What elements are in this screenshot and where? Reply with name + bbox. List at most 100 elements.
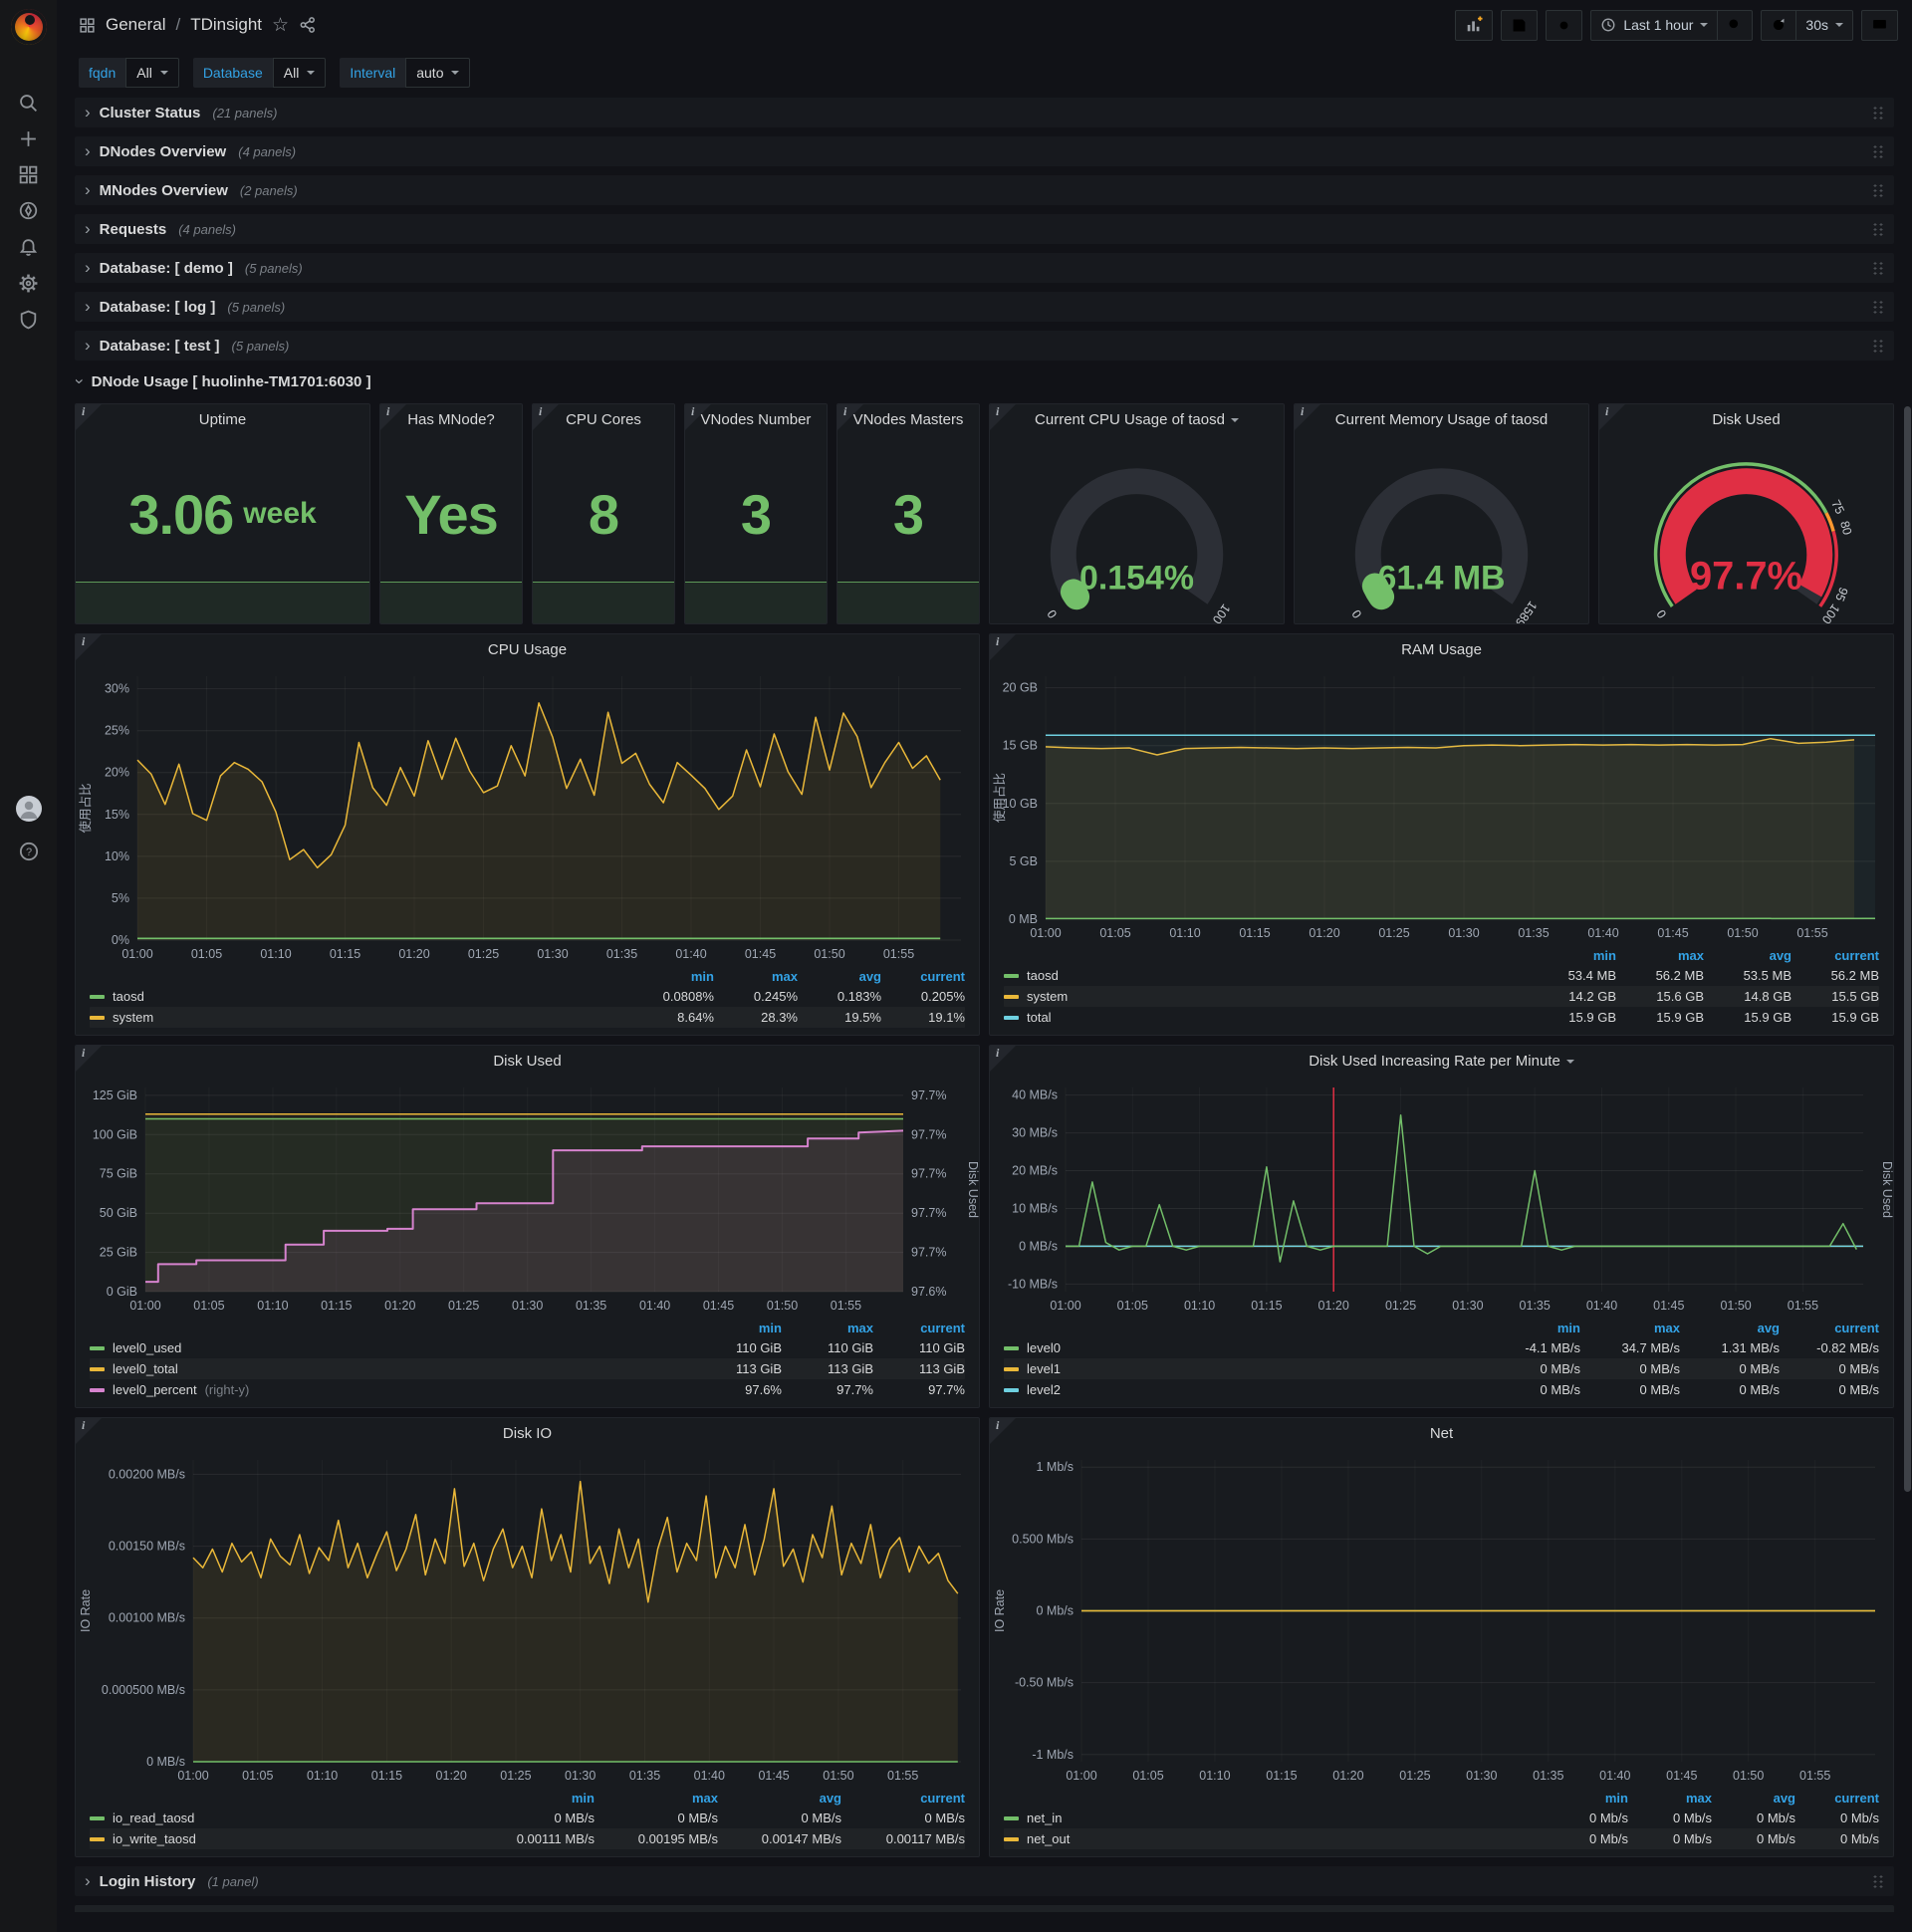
breadcrumb-dashboard-title[interactable]: TDinsight: [190, 15, 262, 35]
legend-value: 0 MB/s: [924, 1811, 965, 1825]
legend-series-system[interactable]: system 14.2 GB 15.6 GB 14.8 GB 15.5 GB: [1004, 986, 1879, 1007]
row-database-demo[interactable]: › Database: [ demo ] (5 panels): [75, 253, 1894, 283]
dashboard-settings-button[interactable]: [1546, 9, 1583, 41]
variable-value-dropdown[interactable]: All: [125, 58, 179, 88]
row-requests[interactable]: › Requests (4 panels): [75, 214, 1894, 244]
disk-rate-plot[interactable]: 01:00 01:05 01:10 01:15 01:20 01:25 01:30 01:35…: [990, 1076, 1893, 1318]
alerting-bell-icon[interactable]: [0, 230, 57, 264]
row-drag-handle-icon[interactable]: [1872, 1874, 1884, 1888]
info-icon[interactable]: i: [539, 404, 542, 419]
panel-title[interactable]: Uptime: [76, 404, 369, 434]
legend-series-name: level0_percent (right-y): [90, 1382, 690, 1397]
panel-title[interactable]: Current CPU Usage of taosd: [990, 404, 1284, 434]
create-plus-icon[interactable]: [0, 121, 57, 155]
row-drag-handle-icon[interactable]: [1872, 144, 1884, 158]
row-cluster-status[interactable]: › Cluster Status (21 panels): [75, 98, 1894, 127]
legend-series-io-read-taosd[interactable]: io_read_taosd 0 MB/s 0 MB/s 0 MB/s 0 MB/s: [90, 1808, 965, 1828]
search-icon[interactable]: [0, 86, 57, 120]
save-dashboard-button[interactable]: [1501, 9, 1539, 41]
info-icon[interactable]: i: [82, 404, 85, 419]
panel-title[interactable]: Current Memory Usage of taosd: [1295, 404, 1588, 434]
panel-title[interactable]: CPU Usage: [76, 634, 979, 664]
configuration-gear-icon[interactable]: [0, 266, 57, 300]
legend-header-row: min max avg current: [90, 966, 965, 986]
right-axis-tick: 97.7%: [911, 1246, 946, 1260]
row-drag-handle-icon[interactable]: [1872, 300, 1884, 314]
info-icon[interactable]: i: [1301, 404, 1304, 419]
legend-series-net-out[interactable]: net_out 0 Mb/s 0 Mb/s 0 Mb/s 0 Mb/s: [1004, 1828, 1879, 1849]
row-drag-handle-icon[interactable]: [1872, 106, 1884, 120]
legend-series-system[interactable]: system 8.64% 28.3% 19.5% 19.1%: [90, 1007, 965, 1028]
info-icon[interactable]: i: [996, 634, 999, 649]
net-plot[interactable]: 01:00 01:05 01:10 01:15 01:20 01:25 01:30 01:35…: [990, 1448, 1893, 1788]
info-icon[interactable]: i: [843, 404, 846, 419]
info-icon[interactable]: i: [996, 1418, 999, 1433]
info-icon[interactable]: i: [1605, 404, 1608, 419]
y-axis-tick: 0 MB/s: [146, 1755, 185, 1769]
ram-usage-plot[interactable]: 01:00 01:05 01:10 01:15 01:20 01:25 01:30 01:35…: [990, 664, 1893, 945]
legend-series-level0[interactable]: level0 -4.1 MB/s 34.7 MB/s 1.31 MB/s -0.82 M…: [1004, 1337, 1879, 1358]
info-icon[interactable]: i: [82, 1418, 85, 1433]
row-login-history[interactable]: › Login History (1 panel): [75, 1866, 1894, 1896]
variable-value-dropdown[interactable]: All: [272, 58, 327, 88]
zoom-out-time-button[interactable]: [1718, 9, 1754, 41]
add-panel-button[interactable]: [1455, 9, 1494, 41]
row-drag-handle-icon[interactable]: [1872, 183, 1884, 197]
legend-series-io-write-taosd[interactable]: io_write_taosd 0.00111 MB/s 0.00195 MB/s 0.…: [90, 1828, 965, 1849]
legend-series-taosd[interactable]: taosd 53.4 MB 56.2 MB 53.5 MB 56.2 MB: [1004, 965, 1879, 986]
dashboards-icon[interactable]: [0, 157, 57, 191]
row-drag-handle-icon[interactable]: [1872, 222, 1884, 236]
info-icon[interactable]: i: [691, 404, 694, 419]
row-database-log[interactable]: › Database: [ log ] (5 panels): [75, 292, 1894, 322]
legend-series-net-in[interactable]: net_in 0 Mb/s 0 Mb/s 0 Mb/s 0 Mb/s: [1004, 1808, 1879, 1828]
panel-title[interactable]: Disk Used: [76, 1046, 979, 1076]
legend-series-level1[interactable]: level1 0 MB/s 0 MB/s 0 MB/s 0 MB/s: [1004, 1358, 1879, 1379]
disk-io-plot[interactable]: 01:00 01:05 01:10 01:15 01:20 01:25 01:30 01:35…: [76, 1448, 979, 1788]
server-admin-shield-icon[interactable]: [0, 302, 57, 336]
row-database-test[interactable]: › Database: [ test ] (5 panels): [75, 331, 1894, 361]
user-avatar[interactable]: [0, 792, 57, 826]
help-icon[interactable]: ?: [0, 835, 57, 868]
breadcrumb-folder[interactable]: General: [106, 15, 165, 35]
row-drag-handle-icon[interactable]: [1872, 261, 1884, 275]
panel-title[interactable]: RAM Usage: [990, 634, 1893, 664]
legend-series-level0-total[interactable]: level0_total 113 GiB 113 GiB 113 GiB: [90, 1358, 965, 1379]
row-mnodes-overview[interactable]: › MNodes Overview (2 panels): [75, 175, 1894, 205]
cycle-view-mode-button[interactable]: [1861, 9, 1898, 41]
panel-title[interactable]: Disk IO: [76, 1418, 979, 1448]
page-scrollbar-thumb[interactable]: [1904, 406, 1911, 1492]
x-axis-tick: 01:25: [448, 1299, 479, 1313]
cpu-usage-plot[interactable]: 01:00 01:05 01:10 01:15 01:20 01:25 01:30 01:35…: [76, 664, 979, 966]
row-dnodes-overview[interactable]: › DNodes Overview (4 panels): [75, 136, 1894, 166]
chevron-right-icon: ›: [85, 1871, 91, 1890]
legend-series-total[interactable]: total 15.9 GB 15.9 GB 15.9 GB 15.9 GB: [1004, 1007, 1879, 1028]
favorite-star-icon[interactable]: ☆: [272, 16, 289, 35]
variable-value-dropdown[interactable]: auto: [405, 58, 471, 88]
panel-title[interactable]: Disk Used Increasing Rate per Minute: [990, 1046, 1893, 1076]
row-drag-handle-icon[interactable]: [1872, 339, 1884, 353]
refresh-interval-dropdown[interactable]: 30s: [1796, 9, 1853, 41]
legend-series-level0-percent[interactable]: level0_percent (right-y) 97.6% 97.7% 97.7%: [90, 1379, 965, 1400]
info-icon[interactable]: i: [996, 1046, 999, 1061]
row-dnode-usage[interactable]: › DNode Usage [ huolinhe-TM1701:6030 ]: [71, 369, 1894, 393]
time-range-picker[interactable]: Last 1 hour: [1590, 9, 1719, 41]
legend-series-taosd[interactable]: taosd 0.0808% 0.245% 0.183% 0.205%: [90, 986, 965, 1007]
panel-title[interactable]: Disk Used: [1599, 404, 1893, 434]
info-icon[interactable]: i: [996, 404, 999, 419]
info-icon[interactable]: i: [82, 1046, 85, 1061]
x-axis-tick: 01:50: [767, 1299, 798, 1313]
dashboard-grid-icon[interactable]: [79, 17, 96, 34]
panel-title[interactable]: Net: [990, 1418, 1893, 1448]
series-label: system: [113, 1010, 154, 1025]
share-icon[interactable]: [299, 16, 317, 34]
legend-series-level2[interactable]: level2 0 MB/s 0 MB/s 0 MB/s 0 MB/s: [1004, 1379, 1879, 1400]
grafana-logo[interactable]: [11, 9, 47, 45]
refresh-button[interactable]: [1761, 9, 1797, 41]
y-axis-tick: 0 MB/s: [1019, 1239, 1058, 1253]
legend-series-level0-used[interactable]: level0_used 110 GiB 110 GiB 110 GiB: [90, 1337, 965, 1358]
explore-compass-icon[interactable]: [0, 193, 57, 227]
info-icon[interactable]: i: [82, 634, 85, 649]
disk-used-plot[interactable]: 01:00 01:05 01:10 01:15 01:20 01:25 01:30 01:35…: [76, 1076, 979, 1318]
y-axis-tick: 0.500 Mb/s: [1012, 1532, 1074, 1546]
info-icon[interactable]: i: [386, 404, 389, 419]
